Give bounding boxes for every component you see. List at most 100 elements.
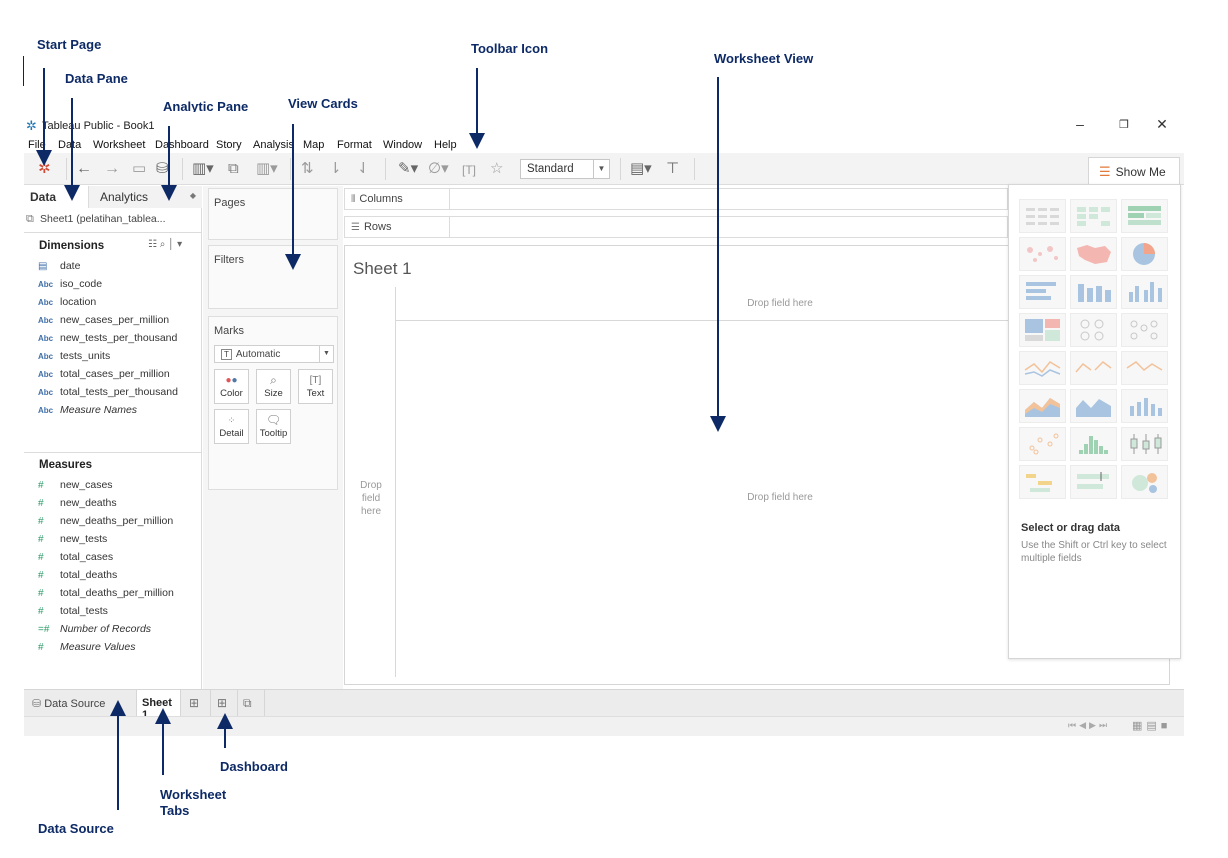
- presentation-mode-icon[interactable]: ⊤: [666, 161, 679, 177]
- restore-button[interactable]: ❐: [1114, 118, 1134, 131]
- start-page-icon[interactable]: ✲: [38, 161, 51, 177]
- chart-circle-views[interactable]: [1070, 313, 1117, 347]
- menu-data[interactable]: Data: [58, 139, 81, 151]
- chart-treemap[interactable]: [1019, 313, 1066, 347]
- menu-analysis[interactable]: Analysis: [253, 139, 294, 151]
- filters-card[interactable]: Filters: [208, 245, 338, 309]
- chart-pie[interactable]: [1121, 237, 1168, 271]
- new-dashboard-tab-icon[interactable]: ⊞: [217, 696, 227, 710]
- chart-dual-lines[interactable]: [1121, 351, 1168, 385]
- field-total-deaths[interactable]: # total_deaths: [38, 569, 117, 586]
- chart-stacked-bars[interactable]: [1070, 275, 1117, 309]
- marks-size-button[interactable]: ⌕ Size: [256, 369, 291, 404]
- marks-tooltip-button[interactable]: 🗨 Tooltip: [256, 409, 291, 444]
- menu-file[interactable]: File: [28, 139, 46, 151]
- chart-discrete-lines[interactable]: [1070, 351, 1117, 385]
- chart-horizontal-bars[interactable]: [1019, 275, 1066, 309]
- chart-filled-map[interactable]: [1070, 237, 1117, 271]
- chart-scatter-plot[interactable]: [1019, 427, 1066, 461]
- chart-side-by-side-bars[interactable]: [1121, 275, 1168, 309]
- chart-packed-bubbles[interactable]: [1121, 465, 1168, 499]
- chart-side-by-side-circles[interactable]: [1121, 313, 1168, 347]
- field-measure-names[interactable]: Abc Measure Names: [38, 404, 137, 421]
- field-new-deaths-per-million[interactable]: # new_deaths_per_million: [38, 515, 173, 532]
- dimension-tools[interactable]: ☷ ⌕ │ ▾: [148, 239, 182, 250]
- duplicate-sheet-icon[interactable]: ⧉: [228, 161, 239, 177]
- chart-highlight-table[interactable]: [1121, 199, 1168, 233]
- field-measure-values[interactable]: # Measure Values: [38, 641, 135, 658]
- sheet-view-mode-icons[interactable]: ▦▤■: [1132, 719, 1171, 732]
- data-source-name[interactable]: Sheet1 (pelatihan_tablea...: [40, 213, 166, 225]
- show-cards-icon[interactable]: ▤▾: [630, 161, 652, 177]
- field-location[interactable]: Abc location: [38, 296, 96, 313]
- menu-help[interactable]: Help: [434, 139, 457, 151]
- menu-window[interactable]: Window: [383, 139, 422, 151]
- chart-heat-map[interactable]: [1070, 199, 1117, 233]
- field-new-cases[interactable]: # new_cases: [38, 479, 113, 496]
- sort-descending-icon[interactable]: ⇃: [357, 161, 370, 177]
- rows-shelf[interactable]: ☰ Rows: [344, 216, 1008, 238]
- marks-color-button[interactable]: ●● Color: [214, 369, 249, 404]
- sheet-title[interactable]: Sheet 1: [353, 259, 412, 279]
- field-total-deaths-per-million[interactable]: # total_deaths_per_million: [38, 587, 174, 604]
- drop-zone-rows[interactable]: Drop field here: [353, 479, 389, 518]
- minimize-button[interactable]: –: [1070, 116, 1090, 132]
- data-source-tab[interactable]: ⛁ Data Source: [24, 690, 134, 716]
- drop-zone-columns[interactable]: Drop field here: [735, 298, 825, 309]
- menu-story[interactable]: Story: [216, 139, 242, 151]
- field-total-tests-per-thousand[interactable]: Abc total_tests_per_thousand: [38, 386, 178, 403]
- field-total-cases-per-million[interactable]: Abc total_cases_per_million: [38, 368, 170, 385]
- chart-continuous-lines[interactable]: [1019, 351, 1066, 385]
- new-story-tab-icon[interactable]: ⧉: [243, 696, 252, 711]
- marks-detail-button[interactable]: ⁘ Detail: [214, 409, 249, 444]
- chart-symbol-map[interactable]: [1019, 237, 1066, 271]
- chart-box-and-whisker[interactable]: [1121, 427, 1168, 461]
- new-worksheet-icon[interactable]: ▥▾: [192, 161, 214, 177]
- tab-analytics[interactable]: Analytics ◆: [89, 186, 202, 208]
- sheet-tab-sheet1[interactable]: Sheet 1: [136, 690, 181, 721]
- fit-dropdown[interactable]: Standard ▼: [520, 159, 610, 179]
- field-new-tests[interactable]: # new_tests: [38, 533, 107, 550]
- field-date[interactable]: ▤ date: [38, 260, 80, 277]
- highlight-icon[interactable]: ✎▾: [398, 161, 418, 177]
- mark-type-dropdown[interactable]: T Automatic ▼: [214, 345, 334, 363]
- field-iso-code[interactable]: Abc iso_code: [38, 278, 102, 295]
- menu-worksheet[interactable]: Worksheet: [93, 139, 145, 151]
- chart-area-discrete[interactable]: [1070, 389, 1117, 423]
- chart-histogram[interactable]: [1070, 427, 1117, 461]
- show-mark-labels-icon[interactable]: [T]: [462, 162, 476, 178]
- chart-gantt[interactable]: [1019, 465, 1066, 499]
- drop-zone-view[interactable]: Drop field here: [735, 492, 825, 503]
- field-number-of-records[interactable]: =# Number of Records: [38, 623, 151, 640]
- new-data-source-icon[interactable]: ⛁: [156, 161, 169, 177]
- clear-sheet-icon[interactable]: ▥▾: [256, 161, 278, 177]
- sheet-navigation-controls[interactable]: ⏮◀▶⏭: [1068, 720, 1110, 731]
- field-new-cases-per-million[interactable]: Abc new_cases_per_million: [38, 314, 169, 331]
- undo-icon[interactable]: ←: [76, 161, 92, 177]
- tab-data[interactable]: Data: [24, 186, 89, 208]
- show-me-button[interactable]: ☰ Show Me: [1088, 157, 1180, 185]
- menu-dashboard[interactable]: Dashboard: [155, 139, 209, 151]
- group-members-icon[interactable]: ∅▾: [428, 161, 449, 177]
- columns-shelf[interactable]: ⦀ Columns: [344, 188, 1008, 210]
- close-button[interactable]: ✕: [1152, 116, 1172, 133]
- field-tests-units[interactable]: Abc tests_units: [38, 350, 110, 367]
- sort-ascending-icon[interactable]: ⇂: [329, 161, 342, 177]
- chart-text-table[interactable]: [1019, 199, 1066, 233]
- chart-bullet-graph[interactable]: [1070, 465, 1117, 499]
- swap-rows-columns-icon[interactable]: ⇅: [301, 161, 314, 177]
- field-new-tests-per-thousand[interactable]: Abc new_tests_per_thousand: [38, 332, 177, 349]
- field-total-tests[interactable]: # total_tests: [38, 605, 108, 622]
- redo-icon[interactable]: →: [104, 161, 120, 177]
- field-new-deaths[interactable]: # new_deaths: [38, 497, 117, 514]
- pages-card[interactable]: Pages: [208, 188, 338, 240]
- new-worksheet-tab-icon[interactable]: ⊞: [189, 696, 199, 710]
- menu-format[interactable]: Format: [337, 139, 372, 151]
- chart-dual-combination[interactable]: [1121, 389, 1168, 423]
- chart-area-continuous[interactable]: [1019, 389, 1066, 423]
- fix-axes-icon[interactable]: ☆: [490, 161, 503, 177]
- field-total-cases[interactable]: # total_cases: [38, 551, 113, 568]
- menu-map[interactable]: Map: [303, 139, 324, 151]
- save-icon[interactable]: ▭: [132, 161, 146, 177]
- marks-text-button[interactable]: [T] Text: [298, 369, 333, 404]
